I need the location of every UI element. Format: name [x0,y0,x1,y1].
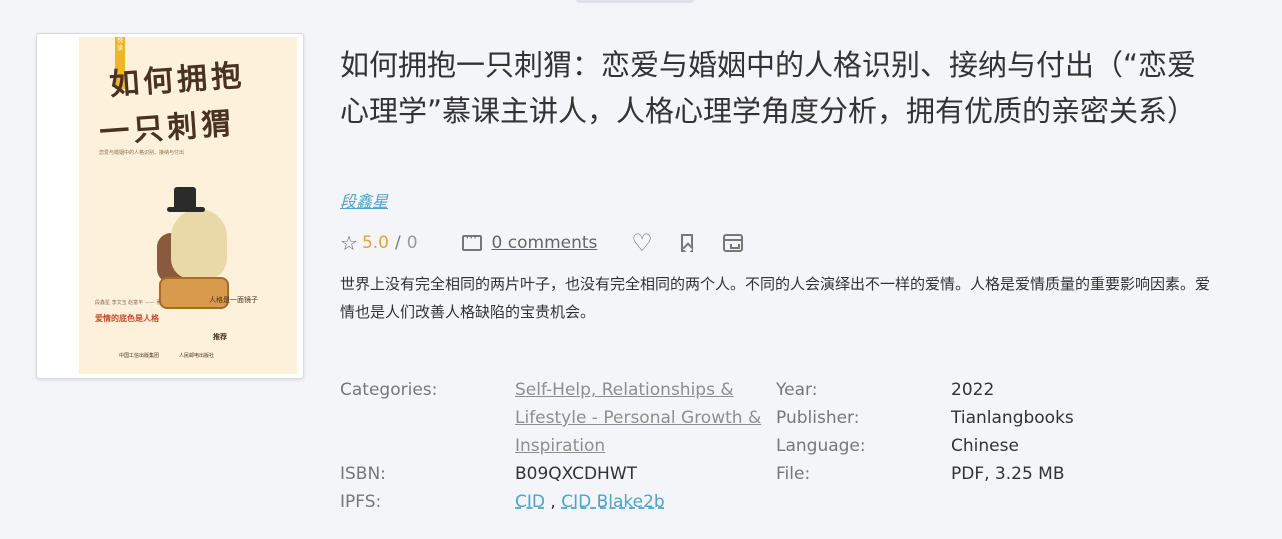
cover-recommend: 推荐 [213,333,227,341]
book-description: 世界上没有完全相同的两片叶子，也没有完全相同的两个人。不同的人会演绎出不一样的爱… [340,275,1211,321]
publisher-value: Tianlangbooks [951,408,1074,428]
hedgehog-body [171,209,227,279]
comment-icon[interactable] [461,231,482,251]
cover-title-line2: 一只刺猬 [98,106,237,151]
ipfs-label: IPFS: [340,492,382,512]
rating-separator: / [394,233,401,253]
top-tab-indicator [576,0,694,3]
bookmark-icon[interactable] [680,234,693,252]
ipfs-blake2b-link[interactable]: CID Blake2b [561,492,665,512]
year-value: 2022 [951,380,995,400]
categories-label: Categories: [340,380,438,400]
comments-link[interactable]: 0 comments [492,233,598,253]
cover-title-line1: 如何拥抱 [108,58,247,103]
publisher-label: Publisher: [776,408,860,428]
categories-link[interactable]: Self-Help, Relationships & Lifestyle - P… [515,376,765,460]
top-hat [174,187,196,209]
cover-publisher-b: 人民邮电出版社 [179,353,215,359]
file-label: File: [776,464,811,484]
rating-count: 0 [406,233,418,253]
language-label: Language: [776,436,866,456]
cover-publisher-a: 中国工信出版集团 [119,353,160,359]
book-title: 如何拥抱一只刺猬：恋爱与婚姻中的人格识别、接纳与付出（“恋爱心理学”慕课主讲人，… [340,48,1197,128]
language-value: Chinese [951,436,1019,456]
cover-side-text: 人格是一面镜子 [209,296,258,304]
year-label: Year: [776,380,818,400]
top-hat-brim [167,207,205,212]
action-bar: ☆ 5.0 / 0 0 comments ♡ [340,229,743,257]
heart-icon[interactable]: ♡ [631,229,653,257]
cover-authors: 段鑫星 李文玉 赵富平 —— 著 [95,300,162,306]
isbn-label: ISBN: [340,464,386,484]
file-value: PDF, 3.25 MB [951,464,1065,484]
cover-image: 悦读 如何拥抱 一只刺猬 恋爱与婚姻中的人格识别、接纳与付出 段鑫星 李文玉 赵… [79,37,297,374]
archive-icon[interactable] [722,234,743,252]
cover-subtitle: 恋爱与婚姻中的人格识别、接纳与付出 [99,150,185,156]
star-icon[interactable]: ☆ [340,231,358,255]
cover-tagline: 爱情的底色是人格 [95,314,159,323]
ipfs-separator: , [550,492,556,512]
isbn-value: B09QXCDHWT [515,464,638,484]
ipfs-links: CID , CID Blake2b [515,488,665,516]
ipfs-cid-link[interactable]: CID [515,492,545,512]
rating-value: 5.0 [361,233,389,253]
book-cover[interactable]: 悦读 如何拥抱 一只刺猬 恋爱与婚姻中的人格识别、接纳与付出 段鑫星 李文玉 赵… [36,33,304,379]
author-link[interactable]: 段鑫星 [340,188,388,212]
